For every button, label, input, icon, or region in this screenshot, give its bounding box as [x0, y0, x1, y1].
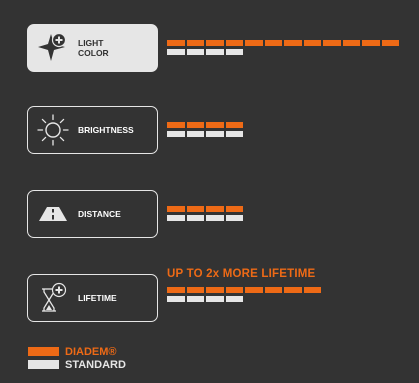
diadem-bar-segment	[245, 287, 263, 293]
standard-bar-segment	[186, 296, 204, 302]
feature-label: DISTANCE	[78, 209, 121, 219]
diadem-bar-segment	[206, 122, 224, 128]
diadem-bar-segment	[167, 122, 185, 128]
feature-label: BRIGHTNESS	[78, 125, 134, 135]
diadem-bar-segment	[264, 287, 282, 293]
diadem-bar-segment	[264, 40, 282, 46]
legend-item-standard: STANDARD	[28, 358, 126, 371]
standard-bar-segment	[186, 215, 204, 221]
standard-bar-segment	[167, 131, 185, 137]
diadem-bar-segment	[284, 287, 302, 293]
road-icon	[34, 195, 72, 233]
diadem-bar-segment	[225, 40, 243, 46]
diadem-bar-segment	[342, 40, 360, 46]
diadem-bar-segment	[186, 122, 204, 128]
standard-bar-segment	[186, 49, 204, 55]
standard-bar	[167, 131, 243, 137]
standard-swatch	[28, 360, 59, 369]
diadem-bar-segment	[186, 40, 204, 46]
standard-bar	[167, 215, 243, 221]
standard-bar-segment	[206, 215, 224, 221]
legend-label-diadem: DIADEM®	[65, 345, 117, 358]
legend: DIADEM® STANDARD	[28, 345, 126, 371]
standard-bar-segment	[167, 49, 185, 55]
diadem-bar-segment	[167, 40, 185, 46]
diadem-swatch	[28, 347, 59, 356]
standard-bar-segment	[167, 296, 185, 302]
diadem-bar-segment	[206, 40, 224, 46]
hourglass-plus-icon	[34, 279, 72, 317]
diadem-bar	[167, 206, 243, 212]
standard-bar-segment	[225, 131, 243, 137]
diadem-bar-segment	[381, 40, 399, 46]
diadem-bar-segment	[167, 206, 185, 212]
diadem-bar-segment	[225, 206, 243, 212]
diadem-bar-segment	[225, 122, 243, 128]
standard-bar-segment	[225, 215, 243, 221]
diadem-bar-segment	[303, 287, 321, 293]
standard-bar-segment	[206, 296, 224, 302]
diadem-bar-segment	[206, 206, 224, 212]
standard-bar	[167, 296, 321, 302]
standard-bar-segment	[206, 131, 224, 137]
diadem-bar-segment	[362, 40, 380, 46]
comparison-bars-lifetime	[167, 287, 321, 305]
feature-label: LIFETIME	[78, 293, 117, 303]
lifetime-headline: UP TO 2x MORE LIFETIME	[167, 268, 316, 280]
diadem-bar-segment	[245, 40, 263, 46]
diadem-bar-segment	[206, 287, 224, 293]
feature-brightness: BRIGHTNESS	[27, 106, 158, 154]
comparison-bars-distance	[167, 206, 243, 224]
diadem-bar-segment	[167, 287, 185, 293]
diadem-bar-segment	[186, 206, 204, 212]
diadem-bar	[167, 122, 243, 128]
legend-item-diadem: DIADEM®	[28, 345, 126, 358]
diadem-bar-segment	[186, 287, 204, 293]
standard-bar-segment	[186, 131, 204, 137]
diadem-bar	[167, 40, 399, 46]
feature-distance: DISTANCE	[27, 190, 158, 238]
legend-label-standard: STANDARD	[65, 358, 126, 371]
diadem-bar-segment	[225, 287, 243, 293]
diadem-bar-segment	[303, 40, 321, 46]
standard-bar	[167, 49, 399, 55]
comparison-bars-brightness	[167, 122, 243, 140]
light-color-icon	[34, 29, 72, 67]
feature-light-color: LIGHT COLOR	[27, 24, 158, 72]
sun-icon	[34, 111, 72, 149]
diadem-bar-segment	[323, 40, 341, 46]
feature-label: LIGHT COLOR	[78, 38, 109, 58]
feature-lifetime: LIFETIME	[27, 274, 158, 322]
standard-bar-segment	[225, 49, 243, 55]
diadem-bar-segment	[284, 40, 302, 46]
comparison-bars-light-color	[167, 40, 399, 58]
standard-bar-segment	[167, 215, 185, 221]
standard-bar-segment	[225, 296, 243, 302]
diadem-bar	[167, 287, 321, 293]
standard-bar-segment	[206, 49, 224, 55]
